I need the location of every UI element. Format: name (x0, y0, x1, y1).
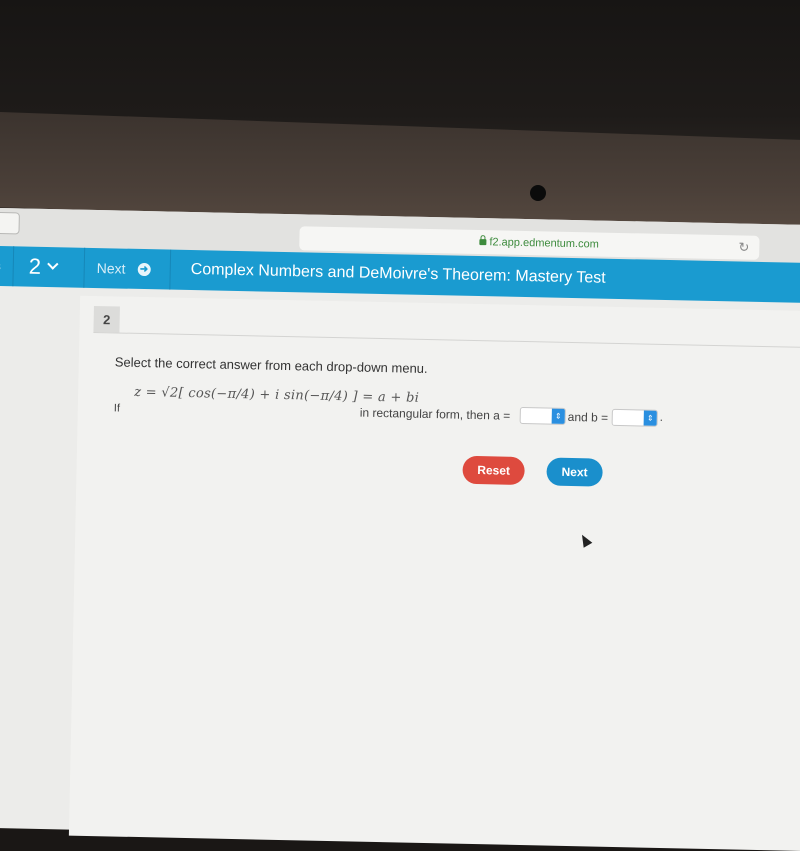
question-selector[interactable]: 2 (14, 246, 86, 288)
math-expression: z = √2[ cos(−π/4) + i sin(−π/4) ] = a + … (134, 384, 420, 406)
arrow-right-icon: ➜ (137, 262, 151, 276)
question-number: 2 (28, 253, 42, 279)
url-value: f2.app.edmentum.com (489, 236, 599, 251)
reset-button[interactable]: Reset (462, 455, 525, 486)
tab-overview-button[interactable] (0, 211, 20, 235)
webcam (530, 185, 546, 201)
url-text: f2.app.edmentum.com (479, 236, 599, 251)
divider (93, 331, 800, 349)
instruction-text: Select the correct answer from each drop… (114, 354, 428, 376)
updown-chevron-icon[interactable]: ⇕ (551, 408, 565, 424)
question-card: 2 Select the correct answer from each dr… (68, 295, 800, 851)
nav-next-button[interactable]: Next ➜ (84, 247, 172, 290)
question-row: If z = √2[ cos(−π/4) + i sin(−π/4) ] = a… (114, 382, 800, 437)
page-title: Complex Numbers and DeMoivre's Theorem: … (190, 261, 606, 287)
dropdown-b[interactable]: ⇕ (611, 408, 658, 427)
rectangular-form-text: in rectangular form, then a = (359, 405, 511, 423)
updown-chevron-icon[interactable]: ⇕ (643, 410, 657, 426)
reload-icon[interactable]: ↻ (738, 239, 749, 255)
previous-button[interactable]: s (0, 245, 15, 287)
if-label: If (113, 402, 121, 415)
nav-next-label: Next (96, 260, 126, 277)
period: . (659, 409, 664, 424)
chevron-down-icon (47, 258, 59, 270)
lock-icon (479, 239, 487, 246)
and-b-text: and b = (567, 409, 609, 425)
screen: f2.app.edmentum.com ↻ s 2 Next ➜ Complex… (0, 208, 800, 851)
dropdown-a[interactable]: ⇕ (519, 406, 566, 425)
question-number-badge: 2 (93, 305, 120, 333)
next-button[interactable]: Next (546, 457, 603, 487)
